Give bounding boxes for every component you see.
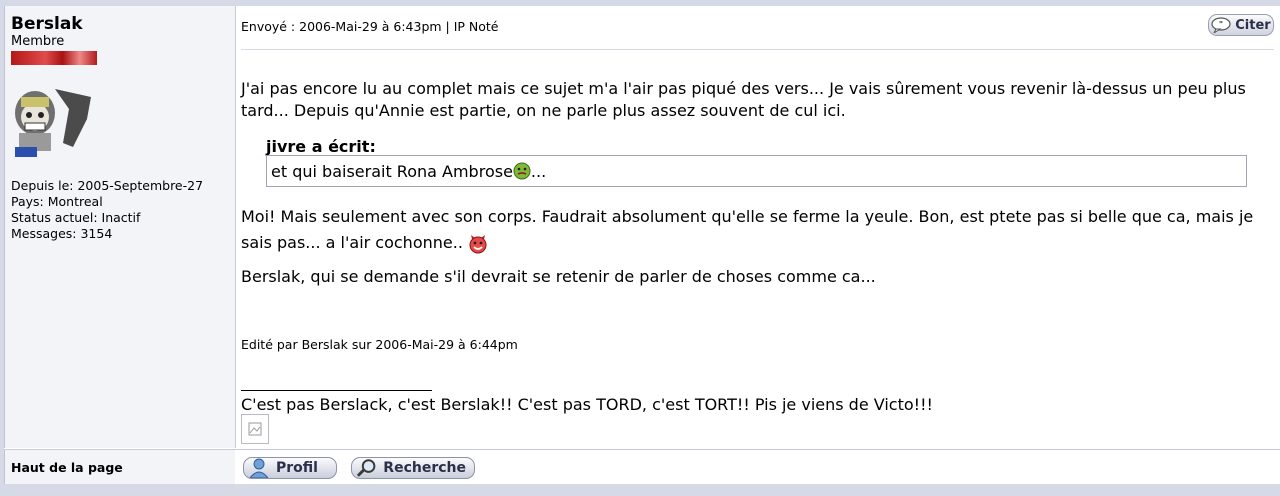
devil-face-icon — [469, 234, 487, 253]
quote-text: et qui baiserait Rona Ambrose — [271, 162, 513, 181]
post-content: Envoyé : 2006-Mai-29 à 6:43pm | IP Noté … — [235, 6, 1280, 448]
author-sidebar: Berslak Membre Depuis le: 2005-Septembre… — [4, 6, 236, 448]
speech-bubble-icon: " — [1211, 17, 1231, 33]
author-status: Status actuel: Inactif — [11, 210, 141, 225]
bottom-bar — [0, 484, 1280, 496]
paragraph-2-text: Moi! Mais seulement avec son corps. Faud… — [241, 207, 1254, 252]
post-paragraph-2: Moi! Mais seulement avec son corps. Faud… — [241, 204, 1276, 256]
back-to-top-link[interactable]: Haut de la page — [11, 460, 123, 475]
post-meta: Envoyé : 2006-Mai-29 à 6:43pm | IP Noté — [241, 19, 499, 34]
search-button-label: Recherche — [383, 460, 466, 476]
svg-text:": " — [1219, 20, 1223, 29]
author-joined: Depuis le: 2005-Septembre-27 — [11, 178, 204, 193]
header-divider — [241, 49, 1274, 50]
quote-tail: ... — [530, 162, 547, 181]
post-paragraph-3: Berslak, qui se demande s'il devrait se … — [241, 267, 876, 286]
profile-button-label: Profil — [276, 460, 318, 476]
rank-bar — [11, 51, 97, 65]
author-messages: Messages: 3154 — [11, 226, 113, 241]
search-button[interactable]: Recherche — [351, 457, 475, 479]
post-actions: Profil Recherche — [235, 449, 1280, 485]
post-paragraph-1: J'ai pas encore lu au complet mais ce su… — [241, 78, 1276, 122]
author-username[interactable]: Berslak — [11, 14, 83, 34]
author-country: Pays: Montreal — [11, 194, 103, 209]
author-rank: Membre — [11, 34, 65, 49]
paragraph-1-text: J'ai pas encore lu au complet mais ce su… — [241, 79, 1246, 120]
forum-post: Berslak Membre Depuis le: 2005-Septembre… — [4, 6, 1280, 485]
avatar — [15, 89, 91, 157]
quote-button[interactable]: " Citer — [1208, 14, 1274, 36]
signature: C'est pas Berslack, c'est Berslak!! C'es… — [241, 395, 933, 414]
author-info: Depuis le: 2005-Septembre-27 Pays: Montr… — [11, 178, 203, 242]
magnifier-icon — [356, 459, 376, 477]
quote-button-label: Citer — [1235, 17, 1271, 33]
profile-button[interactable]: Profil — [243, 457, 337, 479]
signature-divider — [241, 390, 432, 391]
quote-box: et qui baiserait Rona Ambrose... — [266, 155, 1247, 187]
edited-note: Edité par Berslak sur 2006-Mai-29 à 6:44… — [241, 337, 518, 352]
quote-header: jivre a écrit: — [266, 137, 376, 156]
sidebar-footer: Haut de la page — [4, 449, 236, 485]
user-icon — [249, 458, 269, 478]
broken-image-icon — [241, 414, 269, 444]
sick-face-icon — [513, 162, 531, 179]
